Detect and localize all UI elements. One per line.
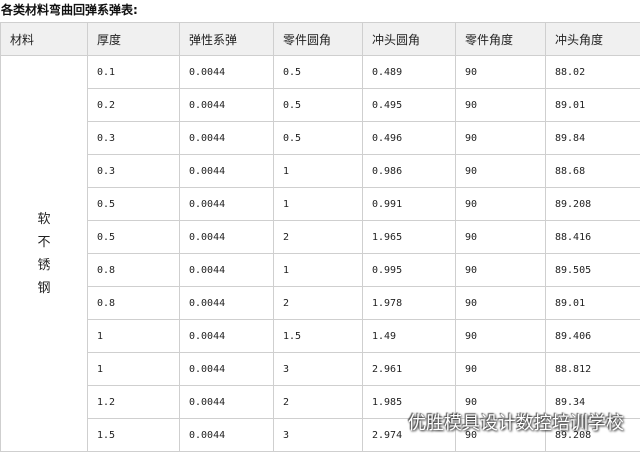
cell-punch-radius: 0.986 [362, 154, 456, 188]
cell-part-radius: 1 [273, 154, 363, 188]
cell-elastic-coefficient: 0.0044 [179, 88, 274, 122]
cell-thickness: 0.5 [87, 187, 180, 221]
cell-thickness: 1.2 [87, 385, 180, 419]
header-part-radius: 零件圆角 [273, 22, 363, 56]
table-row: 0.5 0.0044 1 0.991 90 89.208 [1, 187, 640, 221]
header-material: 材料 [0, 22, 88, 56]
cell-thickness: 0.8 [87, 286, 180, 320]
cell-part-radius: 0.5 [273, 121, 363, 155]
cell-elastic-coefficient: 0.0044 [179, 418, 274, 452]
material-cell: 软不锈钢 [0, 55, 88, 452]
cell-part-angle: 90 [455, 55, 546, 89]
table-row: 0.8 0.0044 1 0.995 90 89.505 [1, 253, 640, 287]
cell-punch-angle: 89.208 [545, 187, 640, 221]
cell-elastic-coefficient: 0.0044 [179, 55, 274, 89]
cell-thickness: 0.1 [87, 55, 180, 89]
cell-part-angle: 90 [455, 319, 546, 353]
cell-part-angle: 90 [455, 154, 546, 188]
cell-part-radius: 2 [273, 220, 363, 254]
table-header-row: 材料 厚度 弹性系弹 零件圆角 冲头圆角 零件角度 冲头角度 [0, 22, 640, 56]
cell-punch-angle: 89.84 [545, 121, 640, 155]
table-row: 1 0.0044 1.5 1.49 90 89.406 [1, 319, 640, 353]
cell-thickness: 1 [87, 319, 180, 353]
cell-punch-radius: 0.991 [362, 187, 456, 221]
table-row: 0.3 0.0044 1 0.986 90 88.68 [1, 154, 640, 188]
table-row: 软不锈钢 0.1 0.0044 0.5 0.489 90 88.02 [0, 55, 640, 452]
table-row: 0.3 0.0044 0.5 0.496 90 89.84 [1, 121, 640, 155]
cell-part-radius: 0.5 [273, 55, 363, 89]
cell-punch-radius: 0.995 [362, 253, 456, 287]
cell-part-radius: 2 [273, 286, 363, 320]
cell-part-angle: 90 [455, 352, 546, 386]
cell-punch-angle: 89.01 [545, 88, 640, 122]
cell-punch-radius: 0.495 [362, 88, 456, 122]
cell-part-radius: 1 [273, 253, 363, 287]
cell-punch-angle: 89.505 [545, 253, 640, 287]
table-row: 0.5 0.0044 2 1.965 90 88.416 [1, 220, 640, 254]
page-title: 各类材料弯曲回弹系弹表: [1, 3, 138, 17]
cell-part-radius: 2 [273, 385, 363, 419]
cell-part-angle: 90 [455, 121, 546, 155]
cell-elastic-coefficient: 0.0044 [179, 154, 274, 188]
header-part-angle: 零件角度 [455, 22, 546, 56]
cell-punch-radius: 0.489 [362, 55, 456, 89]
cell-part-radius: 0.5 [273, 88, 363, 122]
cell-thickness: 0.3 [87, 154, 180, 188]
cell-elastic-coefficient: 0.0044 [179, 253, 274, 287]
material-char: 软 [37, 211, 51, 227]
cell-part-angle: 90 [455, 187, 546, 221]
table-row: 0.2 0.0044 0.5 0.495 90 89.01 [1, 88, 640, 122]
cell-part-angle: 90 [455, 220, 546, 254]
cell-elastic-coefficient: 0.0044 [179, 286, 274, 320]
cell-elastic-coefficient: 0.0044 [179, 319, 274, 353]
cell-part-radius: 3 [273, 418, 363, 452]
cell-punch-radius: 0.496 [362, 121, 456, 155]
header-punch-angle: 冲头角度 [545, 22, 640, 56]
header-elastic-coefficient: 弹性系弹 [179, 22, 274, 56]
table-row: 1 0.0044 3 2.961 90 88.812 [1, 352, 640, 386]
cell-elastic-coefficient: 0.0044 [179, 121, 274, 155]
cell-thickness: 0.2 [87, 88, 180, 122]
watermark: 优胜模具设计数控培训学校 [408, 413, 624, 434]
cell-part-angle: 90 [455, 253, 546, 287]
cell-elastic-coefficient: 0.0044 [179, 385, 274, 419]
cell-punch-angle: 89.406 [545, 319, 640, 353]
cell-punch-radius: 2.961 [362, 352, 456, 386]
material-char: 锈 [37, 257, 51, 273]
header-punch-radius: 冲头圆角 [362, 22, 456, 56]
cell-part-angle: 90 [455, 88, 546, 122]
cell-punch-angle: 88.02 [545, 55, 640, 89]
cell-punch-angle: 88.416 [545, 220, 640, 254]
springback-table: 材料 厚度 弹性系弹 零件圆角 冲头圆角 零件角度 冲头角度 软不锈钢 0.1 0.… [0, 22, 640, 452]
cell-punch-radius: 1.49 [362, 319, 456, 353]
cell-punch-angle: 88.68 [545, 154, 640, 188]
cell-elastic-coefficient: 0.0044 [179, 352, 274, 386]
cell-punch-radius: 1.978 [362, 286, 456, 320]
cell-thickness: 1 [87, 352, 180, 386]
cell-part-radius: 3 [273, 352, 363, 386]
cell-elastic-coefficient: 0.0044 [179, 220, 274, 254]
cell-punch-radius: 1.965 [362, 220, 456, 254]
cell-punch-angle: 89.01 [545, 286, 640, 320]
table-row: 0.8 0.0044 2 1.978 90 89.01 [1, 286, 640, 320]
material-char: 钢 [37, 280, 51, 296]
table-body: 软不锈钢 0.1 0.0044 0.5 0.489 90 88.02 0.2 0.0044 0.5… [0, 55, 640, 452]
cell-part-radius: 1.5 [273, 319, 363, 353]
cell-part-angle: 90 [455, 286, 546, 320]
material-char: 不 [37, 234, 51, 250]
cell-thickness: 0.3 [87, 121, 180, 155]
cell-part-radius: 1 [273, 187, 363, 221]
cell-thickness: 0.5 [87, 220, 180, 254]
cell-punch-angle: 88.812 [545, 352, 640, 386]
cell-elastic-coefficient: 0.0044 [179, 187, 274, 221]
page: 各类材料弯曲回弹系弹表: 材料 厚度 弹性系弹 零件圆角 冲头圆角 零件角度 冲… [0, 0, 640, 455]
header-thickness: 厚度 [87, 22, 180, 56]
cell-thickness: 0.8 [87, 253, 180, 287]
cell-thickness: 1.5 [87, 418, 180, 452]
